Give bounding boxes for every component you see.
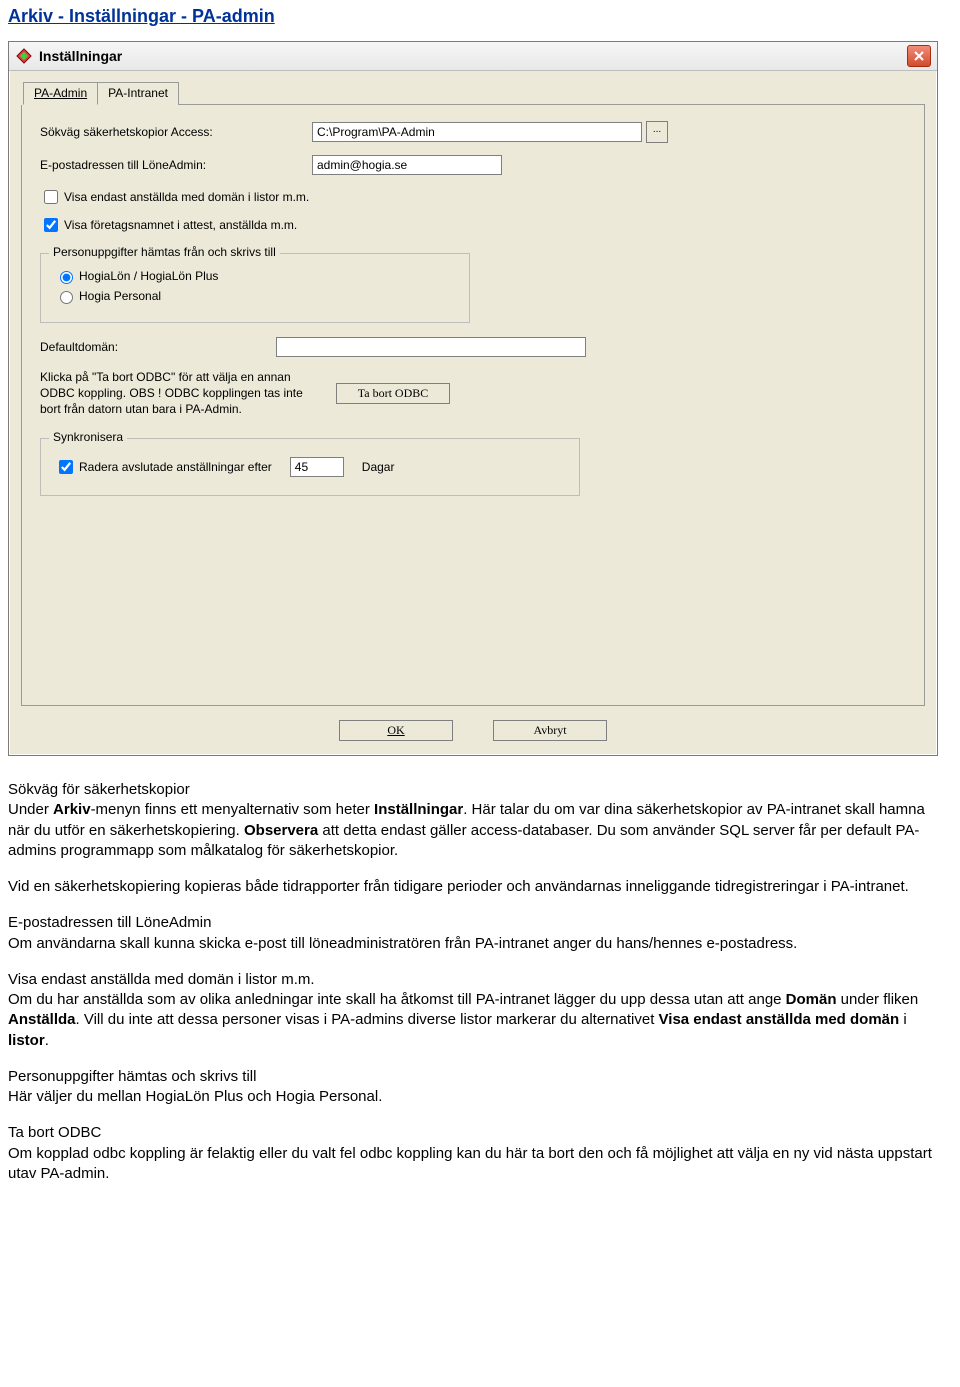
radio-hogiapersonal-input[interactable] — [60, 291, 73, 304]
radio-hogiapersonal-label: Hogia Personal — [79, 289, 161, 303]
checkbox-company-name-label: Visa företagsnamnet i attest, anställda … — [64, 218, 297, 232]
paragraph-backup-copying: Vid en säkerhetskopiering kopieras både … — [8, 877, 948, 897]
backup-path-input[interactable] — [312, 122, 642, 142]
checkbox-delete-ended[interactable]: Radera avslutade anställningar efter — [55, 457, 272, 477]
app-icon — [15, 47, 33, 65]
browse-button[interactable]: ... — [646, 121, 668, 143]
tab-pa-admin[interactable]: PA-Admin — [23, 82, 98, 105]
close-button[interactable] — [907, 45, 931, 67]
days-unit: Dagar — [362, 460, 395, 474]
paragraph-domain-only: Om du har anställda som av olika anledni… — [8, 990, 948, 1051]
radio-hogialon-input[interactable] — [60, 271, 73, 284]
paragraph-backup-path: Under Arkiv-menyn finns ett menyalternat… — [8, 800, 948, 861]
paragraph-remove-odbc: Om kopplad odbc koppling är felaktig ell… — [8, 1144, 948, 1185]
cancel-button[interactable]: Avbryt — [493, 720, 607, 741]
paragraph-email: Om användarna skall kunna skicka e-post … — [8, 934, 948, 954]
ok-button[interactable]: OK — [339, 720, 453, 741]
heading-person-source: Personuppgifter hämtas och skrivs till — [8, 1067, 948, 1087]
tab-bar: PA-Admin PA-Intranet — [23, 81, 925, 105]
heading-backup-path: Sökväg för säkerhetskopior — [8, 780, 948, 800]
tab-pa-intranet[interactable]: PA-Intranet — [97, 82, 179, 105]
settings-window: Inställningar PA-Admin PA-Intranet Sökvä… — [8, 41, 938, 756]
checkbox-delete-ended-label: Radera avslutade anställningar efter — [79, 460, 272, 474]
paragraph-person-source: Här väljer du mellan HogiaLön Plus och H… — [8, 1087, 948, 1107]
radio-hogialon-label: HogiaLön / HogiaLön Plus — [79, 269, 218, 283]
titlebar: Inställningar — [9, 42, 937, 71]
radio-hogialon[interactable]: HogiaLön / HogiaLön Plus — [55, 268, 455, 284]
heading-remove-odbc: Ta bort ODBC — [8, 1123, 948, 1143]
default-domain-label: Defaultdomän: — [40, 340, 276, 354]
odbc-help-text: Klicka på "Ta bort ODBC" för att välja e… — [40, 369, 320, 418]
days-input[interactable] — [290, 457, 344, 477]
remove-odbc-button[interactable]: Ta bort ODBC — [336, 383, 450, 404]
person-source-legend: Personuppgifter hämtas från och skrivs t… — [49, 245, 280, 259]
heading-domain-only: Visa endast anställda med domän i listor… — [8, 970, 948, 990]
breadcrumb: Arkiv - Inställningar - PA-admin — [8, 6, 952, 27]
path-label: Sökväg säkerhetskopior Access: — [40, 125, 312, 139]
article-body: Sökväg för säkerhetskopior Under Arkiv-m… — [8, 780, 948, 1184]
radio-hogiapersonal[interactable]: Hogia Personal — [55, 288, 455, 304]
tab-panel-pa-admin: Sökväg säkerhetskopior Access: ... E-pos… — [21, 105, 925, 706]
email-label: E-postadressen till LöneAdmin: — [40, 158, 276, 172]
checkbox-company-name-input[interactable] — [44, 218, 58, 232]
sync-legend: Synkronisera — [49, 430, 127, 444]
window-title: Inställningar — [39, 48, 907, 64]
checkbox-delete-ended-input[interactable] — [59, 460, 73, 474]
admin-email-input[interactable] — [312, 155, 502, 175]
checkbox-company-name[interactable]: Visa företagsnamnet i attest, anställda … — [40, 215, 906, 235]
checkbox-domain-only-label: Visa endast anställda med domän i listor… — [64, 190, 309, 204]
default-domain-input[interactable] — [276, 337, 586, 357]
checkbox-domain-only-input[interactable] — [44, 190, 58, 204]
heading-email: E-postadressen till LöneAdmin — [8, 913, 948, 933]
sync-group: Synkronisera Radera avslutade anställnin… — [40, 438, 580, 496]
person-source-group: Personuppgifter hämtas från och skrivs t… — [40, 253, 470, 323]
checkbox-domain-only[interactable]: Visa endast anställda med domän i listor… — [40, 187, 906, 207]
